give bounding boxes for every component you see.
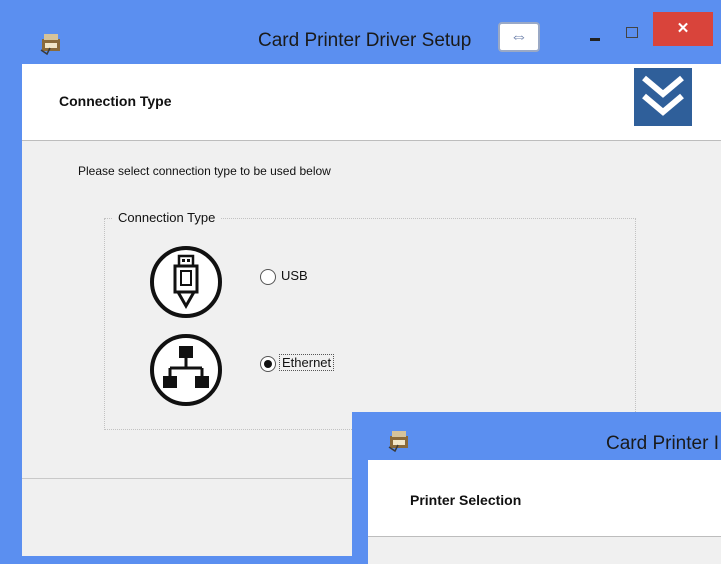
close-button[interactable]: ✕ bbox=[653, 12, 713, 46]
close-icon: ✕ bbox=[676, 20, 690, 37]
usb-icon bbox=[150, 246, 222, 318]
wizard-header: Printer Selection bbox=[368, 460, 721, 537]
chevron-logo-icon bbox=[634, 68, 692, 126]
resize-hint-icon: ⇔ bbox=[498, 22, 540, 52]
window-title: Card Printer Driver Setup bbox=[258, 30, 472, 51]
page-title: Connection Type bbox=[59, 93, 172, 109]
maximize-button[interactable] bbox=[618, 22, 646, 46]
network-icon bbox=[150, 334, 222, 406]
app-icon bbox=[388, 431, 408, 453]
ethernet-label[interactable]: Ethernet bbox=[278, 354, 335, 371]
window-title: Card Printer I bbox=[606, 433, 719, 454]
page-title: Printer Selection bbox=[410, 492, 522, 508]
group-label: Connection Type bbox=[112, 210, 222, 225]
printer-selection-window: Card Printer I Printer Selection bbox=[352, 412, 721, 564]
usb-label[interactable]: USB bbox=[281, 268, 308, 283]
ethernet-radio[interactable] bbox=[260, 356, 276, 372]
app-icon bbox=[40, 34, 60, 56]
instruction-text: Please select connection type to be used… bbox=[78, 164, 331, 178]
wizard-header: Connection Type bbox=[22, 64, 721, 141]
minimize-button[interactable] bbox=[582, 24, 610, 48]
usb-radio[interactable] bbox=[260, 269, 276, 285]
